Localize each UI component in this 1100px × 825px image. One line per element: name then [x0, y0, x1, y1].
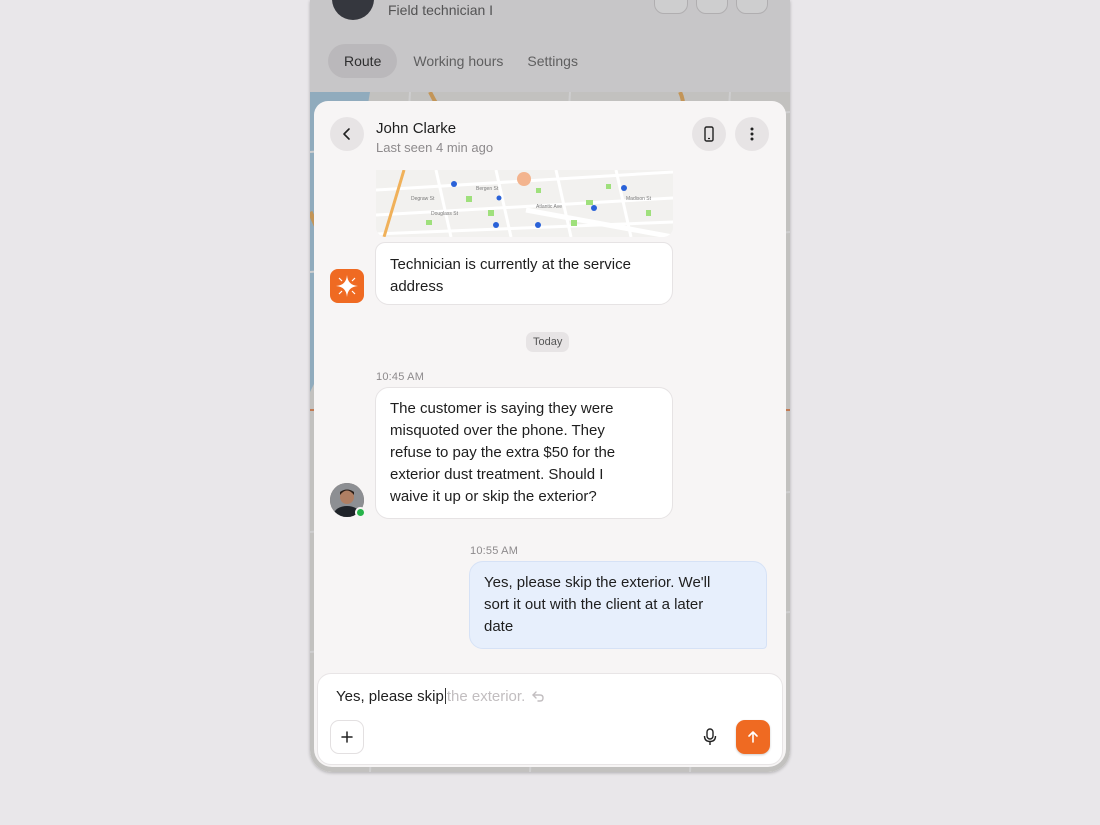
outgoing-message-bubble[interactable]: Yes, please skip the exterior. We'll sor… — [469, 561, 767, 649]
message-line: date — [484, 618, 514, 635]
message-composer[interactable]: Yes, please skip the exterior. — [317, 673, 783, 765]
date-divider: Today — [526, 332, 570, 352]
attach-button[interactable] — [330, 720, 364, 754]
message-line: refuse to pay the extra $50 for the — [390, 444, 616, 461]
text-caret — [444, 688, 446, 704]
online-status-dot — [355, 507, 366, 518]
contact-name: John Clarke — [376, 120, 457, 137]
message-timestamp: 10:55 AM — [470, 545, 519, 557]
voice-input-button[interactable] — [694, 721, 726, 753]
location-map-thumbnail[interactable]: Degraw St Douglass St Bergen St Atlantic Av… — [376, 170, 673, 237]
back-button[interactable] — [330, 117, 364, 151]
device-button[interactable] — [692, 117, 726, 151]
message-line: The customer is saying they were — [390, 400, 614, 417]
chat-sheet: John Clarke Last seen 4 min ago Degraw S… — [314, 101, 786, 767]
phone-icon — [704, 126, 714, 142]
more-options-button[interactable] — [735, 117, 769, 151]
svg-text:Douglass St: Douglass St — [431, 211, 459, 217]
message-line: waive it up or skip the exterior? — [390, 488, 597, 505]
message-input[interactable]: Yes, please skip the exterior. — [336, 688, 545, 705]
plus-icon — [341, 731, 353, 743]
location-caption: Technician is currently at the service a… — [390, 256, 631, 295]
assistant-avatar — [330, 269, 364, 303]
contact-status: Last seen 4 min ago — [376, 140, 494, 155]
send-button[interactable] — [736, 720, 770, 754]
arrow-up-icon — [748, 731, 758, 743]
typed-text: Yes, please skip — [336, 688, 444, 705]
svg-text:Atlantic Ave: Atlantic Ave — [536, 204, 562, 210]
message-line: sort it out with the client at a later — [484, 596, 704, 613]
map-graphic: Degraw St Douglass St Bergen St Atlantic Av… — [376, 170, 673, 237]
microphone-icon — [703, 728, 717, 745]
message-timestamp: 10:45 AM — [376, 371, 425, 383]
technician-avatar[interactable] — [330, 483, 366, 522]
return-arrow-icon[interactable] — [531, 690, 545, 702]
incoming-message-bubble[interactable]: The customer is saying they were misquot… — [375, 387, 673, 519]
location-caption-bubble: Technician is currently at the service a… — [375, 242, 673, 305]
message-line: Yes, please skip the exterior. We'll — [484, 574, 711, 591]
chevron-left-icon — [343, 128, 350, 140]
more-vertical-icon — [750, 127, 754, 141]
svg-text:Madison St: Madison St — [626, 196, 652, 202]
message-line: misquoted over the phone. They — [390, 422, 605, 439]
message-line: exterior dust treatment. Should I — [390, 466, 604, 483]
sparkle-icon — [336, 275, 358, 297]
svg-text:Bergen St: Bergen St — [476, 186, 499, 192]
svg-text:Degraw St: Degraw St — [411, 196, 435, 202]
autocomplete-suggestion[interactable]: the exterior. — [447, 688, 525, 705]
